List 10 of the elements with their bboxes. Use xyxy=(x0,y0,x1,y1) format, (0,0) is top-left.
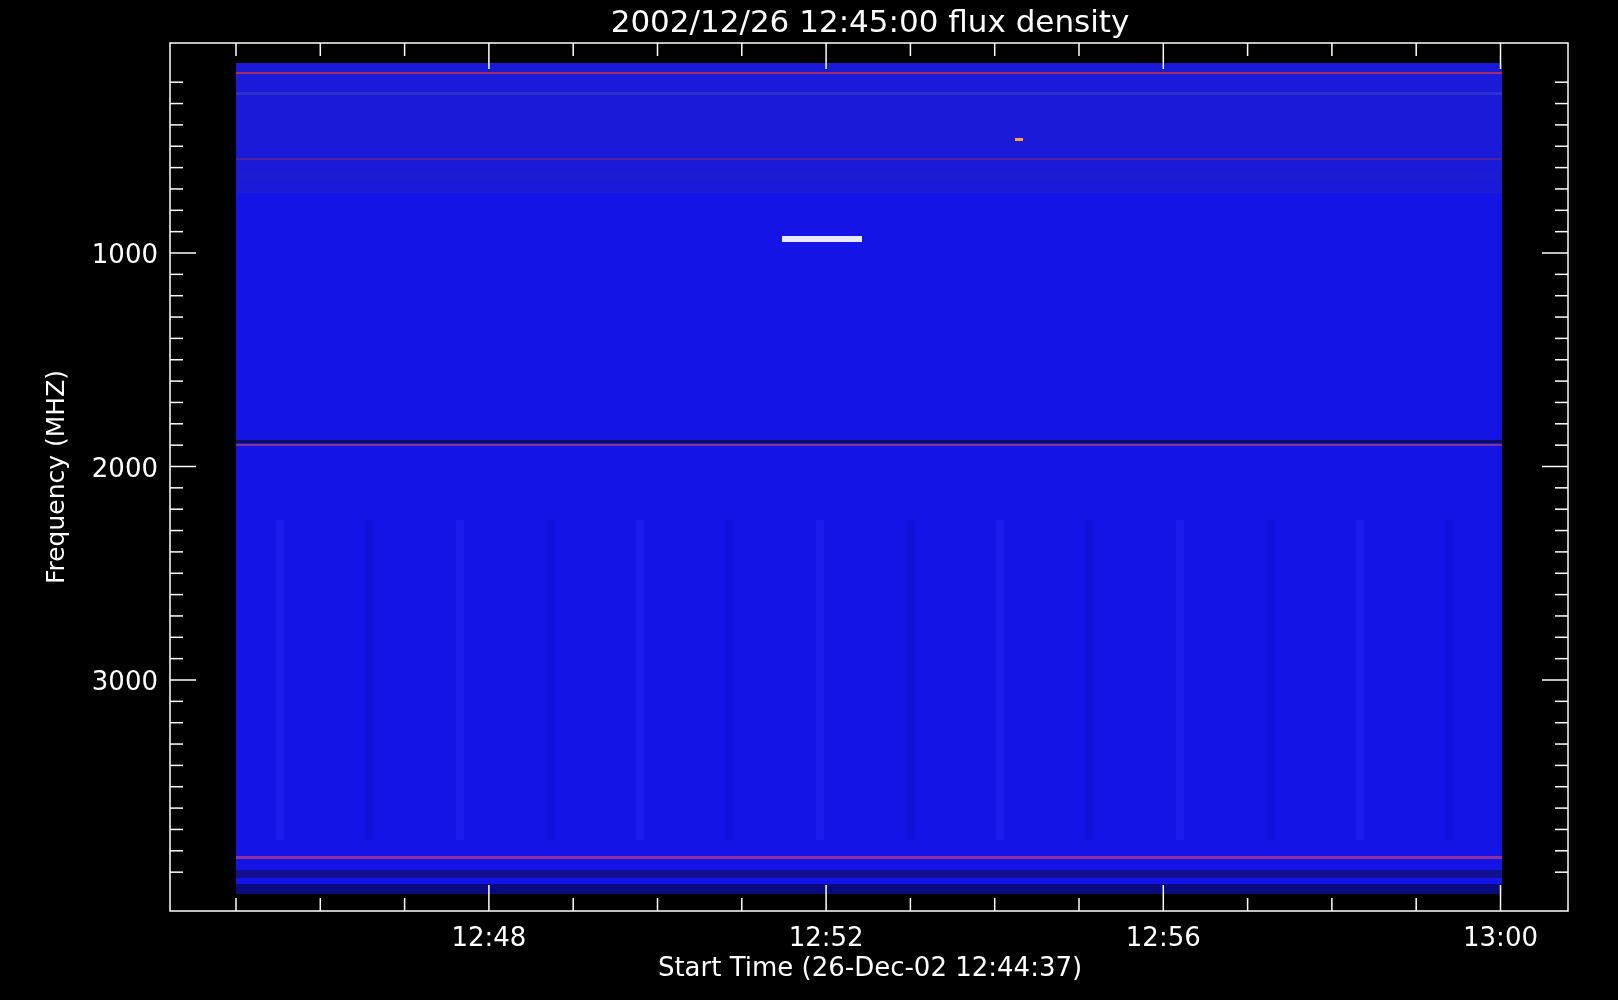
y-axis-label: Frequency (MHZ) xyxy=(41,369,70,585)
x-tick-label: 12:56 xyxy=(1125,922,1201,952)
x-tick-label: 12:52 xyxy=(788,922,864,952)
y-tick-label: 1000 xyxy=(91,239,158,269)
chart-title: 2002/12/26 12:45:00 flux density xyxy=(610,3,1130,39)
y-tick-label: 2000 xyxy=(91,452,158,483)
x-tick-label: 13:00 xyxy=(1463,922,1538,952)
x-axis-label: Start Time (26-Dec-02 12:44:37) xyxy=(657,952,1083,982)
y-tick-label: 3000 xyxy=(91,666,158,696)
x-tick-label: 12:48 xyxy=(451,922,527,952)
